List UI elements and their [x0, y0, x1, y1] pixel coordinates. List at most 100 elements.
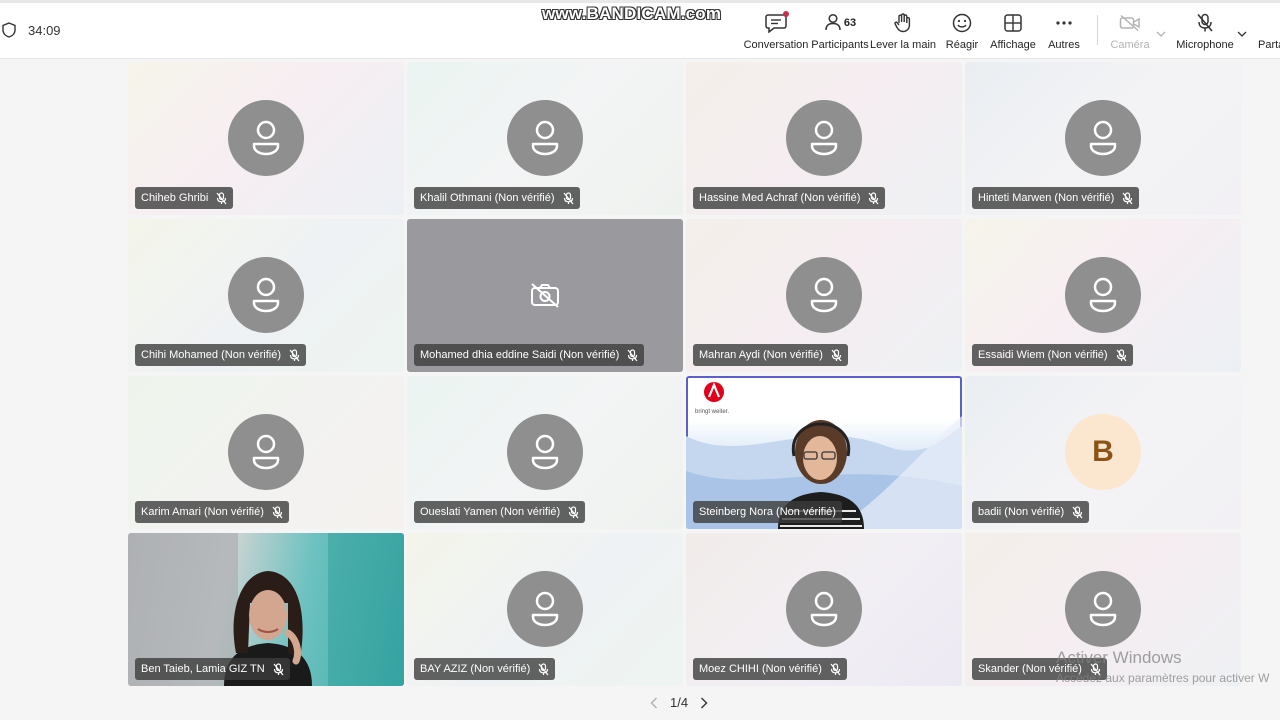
more-label: Autres [1048, 39, 1080, 51]
chevron-left-icon [650, 697, 657, 708]
participant-name: Essaidi Wiem (Non vérifié) [978, 349, 1108, 361]
name-tag: Hassine Med Achraf (Non vérifié) [693, 187, 886, 209]
person-icon [531, 434, 559, 470]
grid-layout-icon [1004, 12, 1022, 34]
participant-tile[interactable]: Khalil Othmani (Non vérifié) [407, 62, 683, 215]
participant-name: Chihi Mohamed (Non vérifié) [141, 349, 281, 361]
windows-activation-watermark: Activer Windows Accédez aux paramètres p… [1056, 648, 1269, 685]
toolbar-divider [1097, 15, 1098, 45]
grid-pager: 1/4 [650, 695, 708, 710]
avatar [507, 414, 583, 490]
participant-name: Mahran Aydi (Non vérifié) [699, 349, 823, 361]
more-dots-icon [1055, 12, 1073, 34]
mic-off-icon [568, 505, 579, 519]
raise-hand-button[interactable]: Lever la main [869, 12, 937, 54]
name-tag: BAY AZIZ (Non vérifié) [414, 658, 556, 680]
participants-button[interactable]: 63 Participants [811, 12, 869, 54]
activation-title: Activer Windows [1056, 648, 1182, 667]
share-button[interactable]: Parta [1258, 12, 1280, 54]
participant-name: Hassine Med Achraf (Non vérifié) [699, 192, 861, 204]
avatar [228, 414, 304, 490]
mic-off-icon [1196, 12, 1214, 34]
mic-off-icon [1122, 191, 1133, 205]
name-tag: Ben Taieb, Lamia GIZ TN [135, 658, 290, 680]
view-button[interactable]: Affichage [990, 12, 1036, 54]
react-button[interactable]: Réagir [944, 12, 980, 54]
participant-name: Karim Amari (Non vérifié) [141, 506, 264, 518]
camera-off-icon [1119, 12, 1141, 34]
microphone-label: Microphone [1176, 39, 1234, 51]
raise-hand-label: Lever la main [869, 39, 937, 51]
camera-options-chevron[interactable] [1156, 24, 1166, 42]
person-icon [1089, 120, 1117, 156]
participant-name: Mohamed dhia eddine Saidi (Non vérifié) [420, 349, 620, 361]
avatar [1065, 257, 1141, 333]
chat-icon [765, 11, 789, 34]
participant-name: badii (Non vérifié) [978, 506, 1065, 518]
avatar [786, 100, 862, 176]
participant-tile[interactable]: B badii (Non vérifié) [965, 376, 1241, 529]
participant-tile[interactable]: Moez CHIHI (Non vérifié) [686, 533, 962, 686]
mic-off-icon [868, 191, 879, 205]
participant-tile[interactable]: Oueslati Yamen (Non vérifié) [407, 376, 683, 529]
participant-tile[interactable]: Chiheb Ghribi [128, 62, 404, 215]
participants-label: Participants [811, 39, 869, 51]
participant-name: Hinteti Marwen (Non vérifié) [978, 192, 1115, 204]
more-button[interactable]: Autres [1046, 12, 1082, 54]
react-label: Réagir [945, 39, 979, 51]
participant-name: Ben Taieb, Lamia GIZ TN [141, 663, 265, 675]
participant-video-tile[interactable]: bringt weiter. Steinberg Nora (Non vérif… [686, 376, 962, 529]
logo-slogan: bringt weiter. [695, 409, 730, 415]
person-icon [252, 434, 280, 470]
person-icon [531, 591, 559, 627]
name-tag: Chiheb Ghribi [135, 187, 234, 209]
participant-tile[interactable]: Hinteti Marwen (Non vérifié) [965, 62, 1241, 215]
participant-tile[interactable]: Karim Amari (Non vérifié) [128, 376, 404, 529]
participant-tile-camera-off[interactable]: Mohamed dhia eddine Saidi (Non vérifié) [407, 219, 683, 372]
name-tag: Khalil Othmani (Non vérifié) [414, 187, 580, 209]
people-icon [824, 13, 842, 34]
mic-off-icon [272, 505, 283, 519]
timer-text: 34:09 [28, 22, 61, 38]
camera-label: Caméra [1110, 39, 1150, 51]
microphone-options-chevron[interactable] [1237, 24, 1247, 42]
mic-off-icon [273, 662, 284, 676]
name-tag: Essaidi Wiem (Non vérifié) [972, 344, 1133, 366]
microphone-button[interactable]: Microphone [1176, 12, 1234, 54]
avatar [228, 100, 304, 176]
person-icon [252, 120, 280, 156]
participant-video-tile[interactable]: Ben Taieb, Lamia GIZ TN [128, 533, 404, 686]
camera-button[interactable]: Caméra [1110, 12, 1150, 54]
hand-icon [894, 12, 912, 34]
participant-name: Chiheb Ghribi [141, 192, 209, 204]
notification-dot [783, 11, 789, 17]
avatar [786, 257, 862, 333]
name-tag: Mahran Aydi (Non vérifié) [693, 344, 848, 366]
mic-off-icon [538, 662, 549, 676]
name-tag: Chihi Mohamed (Non vérifié) [135, 344, 306, 366]
avatar-initial: B [1065, 414, 1141, 490]
participant-tile[interactable]: Chihi Mohamed (Non vérifié) [128, 219, 404, 372]
meeting-timer: 34:09 [2, 22, 61, 38]
participant-tile[interactable]: Essaidi Wiem (Non vérifié) [965, 219, 1241, 372]
conversation-label: Conversation [743, 39, 809, 51]
participant-name: BAY AZIZ (Non vérifié) [420, 663, 531, 675]
next-page-button[interactable] [700, 697, 708, 709]
meeting-toolbar: 34:09 www.BANDICAM.com Conversation 63 P… [0, 0, 1280, 59]
smiley-icon [952, 12, 972, 34]
view-label: Affichage [990, 39, 1036, 51]
participant-tile[interactable]: Mahran Aydi (Non vérifié) [686, 219, 962, 372]
name-tag: Moez CHIHI (Non vérifié) [693, 658, 847, 680]
name-tag: Mohamed dhia eddine Saidi (Non vérifié) [414, 344, 645, 366]
mic-off-icon [289, 348, 300, 362]
camera-off-icon [529, 281, 561, 314]
avatar [507, 100, 583, 176]
previous-page-button[interactable] [650, 697, 658, 709]
participant-name: Oueslati Yamen (Non vérifié) [420, 506, 561, 518]
person-icon [252, 277, 280, 313]
title-strip [0, 0, 1280, 3]
avatar [1065, 571, 1141, 647]
participant-tile[interactable]: Hassine Med Achraf (Non vérifié) [686, 62, 962, 215]
participant-tile[interactable]: BAY AZIZ (Non vérifié) [407, 533, 683, 686]
conversation-button[interactable]: Conversation [743, 11, 809, 54]
